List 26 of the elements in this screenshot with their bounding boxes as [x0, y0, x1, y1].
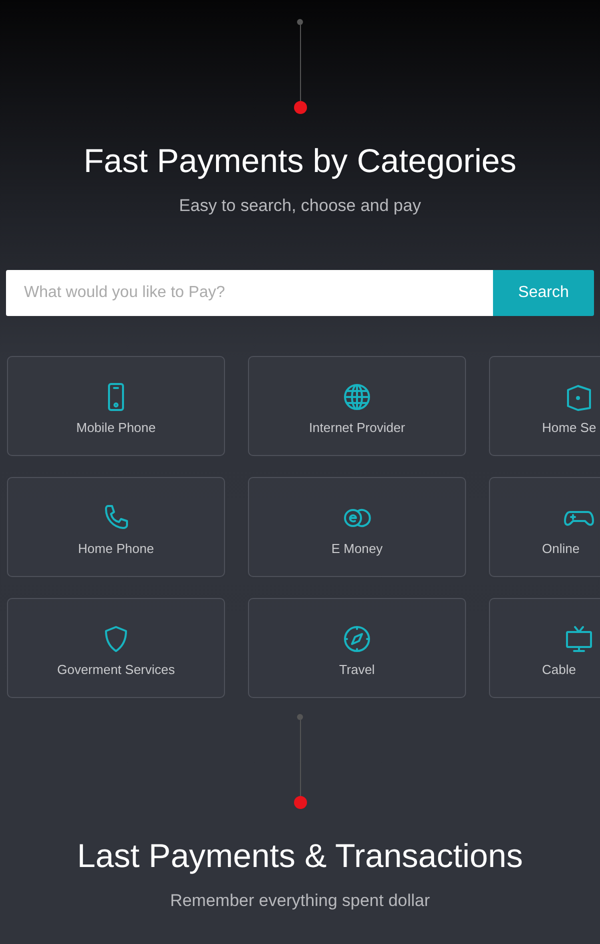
category-card[interactable]: Online [489, 477, 600, 577]
category-card[interactable]: E Money [248, 477, 466, 577]
category-card[interactable]: Travel [248, 598, 466, 698]
category-card[interactable]: Home Se [489, 356, 600, 456]
category-card[interactable]: Cable [489, 598, 600, 698]
compass-icon [342, 624, 372, 654]
category-card[interactable]: Internet Provider [248, 356, 466, 456]
category-label: Internet Provider [308, 420, 406, 434]
section-subtitle: Remember everything spent dollar [170, 890, 430, 912]
tv-icon [564, 624, 594, 654]
section-title: Last Payments & Transactions [77, 836, 523, 876]
category-label: Cable [542, 662, 576, 676]
category-label: Home Phone [78, 540, 154, 556]
globe-icon [342, 382, 372, 412]
section-subtitle: Easy to search, choose and pay [179, 195, 421, 217]
category-label: Mobile Phone [76, 420, 156, 434]
search-field[interactable]: What would you like to Pay? [6, 270, 493, 316]
category-label: E Money [331, 540, 383, 556]
category-card[interactable]: Mobile Phone [7, 356, 225, 456]
category-label: Travel [339, 662, 375, 676]
category-card[interactable]: Goverment Services [7, 598, 225, 698]
category-label: Online [542, 540, 580, 556]
category-label: Home Se [542, 420, 596, 434]
section-title: Fast Payments by Categories [84, 141, 516, 181]
category-card[interactable]: Home Phone [7, 477, 225, 577]
category-label: Goverment Services [57, 662, 175, 676]
